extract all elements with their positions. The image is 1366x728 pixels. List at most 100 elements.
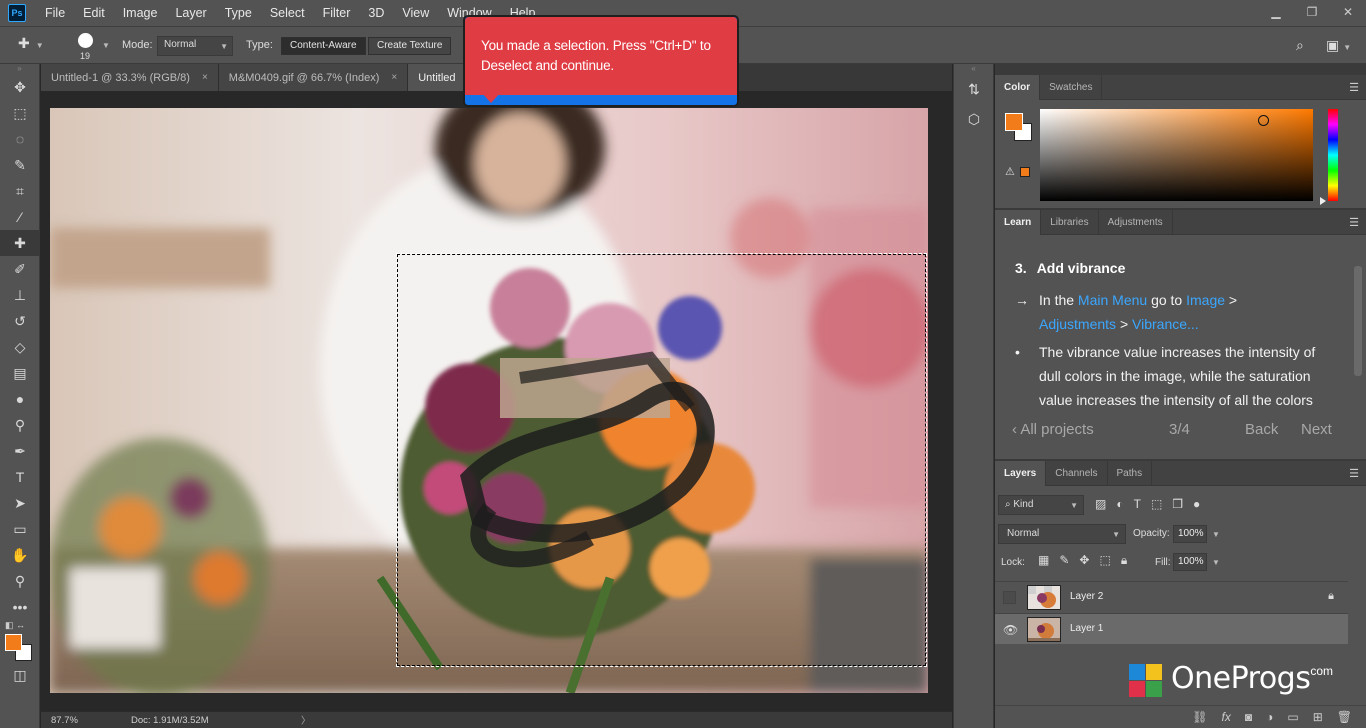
tab-channels[interactable]: Channels	[1046, 461, 1108, 486]
panel-menu-icon[interactable]: ☰	[1349, 467, 1359, 480]
layer-row-layer-2[interactable]: Layer 2 🔒︎	[995, 581, 1348, 612]
hue-marker[interactable]	[1320, 197, 1326, 205]
layer-name[interactable]: Layer 2	[1070, 591, 1103, 602]
close-icon[interactable]: ×	[391, 72, 397, 83]
healing-brush-preset-icon[interactable]: ✚ ▼	[18, 35, 50, 57]
pen-tool-icon[interactable]: ✒	[0, 438, 40, 464]
crop-tool-icon[interactable]: ⌗	[0, 178, 40, 204]
type-tool-icon[interactable]: T	[0, 464, 40, 490]
learn-scrollbar[interactable]	[1354, 266, 1362, 376]
quick-mask-icon[interactable]: ◫	[0, 662, 40, 688]
brush-caret-icon[interactable]: ▼	[102, 41, 110, 50]
tab-swatches[interactable]: Swatches	[1040, 75, 1103, 100]
tab-adjustments[interactable]: Adjustments	[1099, 210, 1173, 235]
adjustments-menu-link[interactable]: Adjustments	[1039, 316, 1116, 332]
tab-untitled-active[interactable]: Untitled	[408, 64, 467, 91]
filter-type-icon[interactable]: T	[1134, 497, 1141, 511]
filter-smart-object-icon[interactable]: ❒	[1172, 497, 1183, 511]
move-tool-icon[interactable]: ✥	[0, 74, 40, 100]
tab-libraries[interactable]: Libraries	[1041, 210, 1099, 235]
create-texture-button[interactable]: Create Texture	[368, 37, 452, 55]
restore-icon[interactable]: ❐	[1294, 0, 1330, 24]
tab-untitled-1[interactable]: Untitled-1 @ 33.3% (RGB/8) ×	[41, 64, 219, 91]
panel-grip-icon[interactable]: »	[0, 64, 39, 74]
quick-selection-tool-icon[interactable]: ✎	[0, 152, 40, 178]
menu-layer[interactable]: Layer	[166, 0, 215, 26]
gamut-warning-icon[interactable]: ⚠	[1005, 165, 1015, 178]
all-projects-link[interactable]: ‹ All projects	[1012, 421, 1094, 438]
tab-color[interactable]: Color	[995, 75, 1041, 100]
vibrance-menu-link[interactable]: Vibrance...	[1132, 316, 1199, 332]
visibility-toggle-off[interactable]	[1003, 591, 1016, 604]
next-button[interactable]: Next	[1301, 421, 1332, 438]
layer-name[interactable]: Layer 1	[1070, 623, 1103, 634]
status-menu-icon[interactable]: 〉	[301, 713, 311, 727]
eraser-tool-icon[interactable]: ◇	[0, 334, 40, 360]
eye-icon[interactable]: 👁︎	[1003, 623, 1018, 637]
lock-position-icon[interactable]: ✥	[1079, 553, 1089, 568]
color-picker-marker[interactable]	[1258, 115, 1269, 126]
more-tools-icon[interactable]: •••	[0, 594, 40, 620]
websafe-color-swatch[interactable]	[1020, 167, 1030, 177]
content-aware-button[interactable]: Content-Aware	[281, 37, 366, 55]
search-icon[interactable]: ⌕	[1296, 37, 1304, 54]
menu-view[interactable]: View	[393, 0, 438, 26]
history-panel-icon[interactable]: ⇅	[954, 74, 994, 104]
menu-filter[interactable]: Filter	[314, 0, 360, 26]
back-button[interactable]: Back	[1245, 421, 1278, 438]
default-colors-icon[interactable]: ◧ ↔	[5, 620, 25, 631]
delete-layer-icon[interactable]: 🗑︎	[1337, 710, 1352, 724]
tab-mm0409[interactable]: M&M0409.gif @ 66.7% (Index) ×	[218, 64, 409, 91]
panel-menu-icon[interactable]: ☰	[1349, 81, 1359, 94]
menu-file[interactable]: File	[36, 0, 74, 26]
brush-size-picker[interactable]: 19	[74, 31, 98, 61]
color-field[interactable]	[1040, 109, 1313, 201]
adjustment-layer-icon[interactable]: ◑	[1266, 710, 1273, 724]
blend-mode-select[interactable]: Normal ▼	[998, 524, 1126, 544]
rectangle-tool-icon[interactable]: ▭	[0, 516, 40, 542]
menu-edit[interactable]: Edit	[74, 0, 114, 26]
hand-tool-icon[interactable]: ✋	[0, 542, 40, 568]
link-layers-icon[interactable]: ⛓	[1192, 710, 1207, 724]
image-menu-link[interactable]: Image	[1186, 292, 1225, 308]
hue-slider[interactable]	[1328, 109, 1338, 201]
menu-image[interactable]: Image	[114, 0, 167, 26]
history-brush-tool-icon[interactable]: ↺	[0, 308, 40, 334]
filter-toggle-icon[interactable]: ●	[1193, 497, 1200, 511]
minimize-icon[interactable]: ▁	[1258, 0, 1294, 24]
filter-shape-icon[interactable]: ⬚	[1151, 497, 1162, 511]
layer-filter-kind-select[interactable]: ⌕ Kind ▼	[998, 495, 1084, 515]
opacity-input[interactable]: 100%	[1173, 525, 1207, 543]
tab-learn[interactable]: Learn	[995, 210, 1042, 235]
layer-style-icon[interactable]: fx	[1222, 710, 1231, 724]
opacity-chevron-icon[interactable]: ▼	[1212, 530, 1220, 539]
fill-input[interactable]: 100%	[1173, 553, 1207, 571]
mode-select[interactable]: Normal ▼	[157, 36, 233, 56]
new-layer-icon[interactable]: ⊞	[1313, 710, 1323, 724]
zoom-level[interactable]: 87.7%	[41, 715, 101, 726]
selection-marquee[interactable]	[396, 253, 927, 667]
workspace-icon[interactable]: ▣ ▼	[1326, 37, 1351, 54]
close-window-icon[interactable]: ✕	[1330, 0, 1366, 24]
color-panel-foreground-swatch[interactable]	[1005, 113, 1023, 131]
lasso-tool-icon[interactable]: ◌	[0, 126, 40, 152]
eyedropper-tool-icon[interactable]: ⁄	[0, 204, 40, 230]
close-icon[interactable]: ×	[202, 72, 208, 83]
zoom-tool-icon[interactable]: ⚲	[0, 568, 40, 594]
layer-row-layer-1[interactable]: 👁︎ Layer 1	[995, 613, 1348, 644]
healing-brush-tool-icon[interactable]: ✚	[0, 230, 40, 256]
tab-paths[interactable]: Paths	[1108, 461, 1153, 486]
3d-panel-icon[interactable]: ⬡	[954, 104, 994, 134]
canvas-area[interactable]	[41, 91, 952, 711]
clone-stamp-tool-icon[interactable]: ⊥	[0, 282, 40, 308]
marquee-tool-icon[interactable]: ⬚	[0, 100, 40, 126]
menu-select[interactable]: Select	[261, 0, 314, 26]
tab-layers[interactable]: Layers	[995, 461, 1047, 486]
lock-image-icon[interactable]: ✎	[1059, 553, 1069, 568]
menu-type[interactable]: Type	[216, 0, 261, 26]
lock-all-icon[interactable]: 🔒︎	[1121, 553, 1127, 568]
fill-chevron-icon[interactable]: ▼	[1212, 558, 1220, 567]
blur-tool-icon[interactable]: ●	[0, 386, 40, 412]
path-selection-tool-icon[interactable]: ➤	[0, 490, 40, 516]
panel-grip-icon[interactable]: «	[954, 64, 993, 74]
